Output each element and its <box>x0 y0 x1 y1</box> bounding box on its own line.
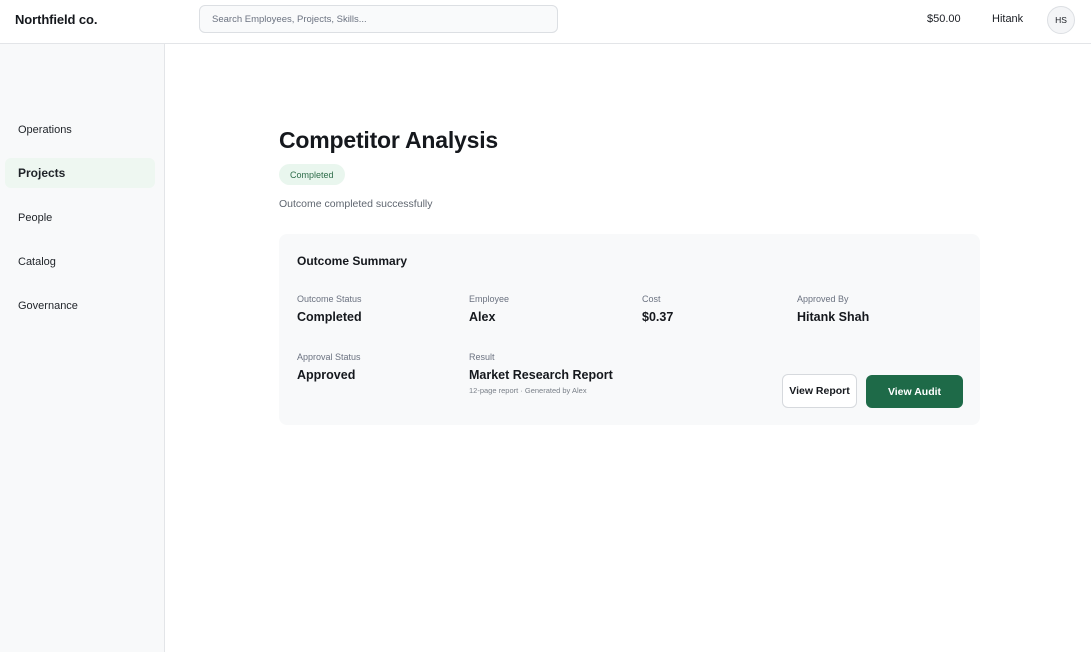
approval-status-value: Approved <box>297 368 356 382</box>
outcome-status-value: Completed <box>297 310 362 324</box>
outcome-status-label: Outcome Status <box>297 294 362 304</box>
sidebar-item-governance[interactable]: Governance <box>5 291 155 321</box>
approved-by-value: Hitank Shah <box>797 310 870 324</box>
result-label: Result <box>469 352 495 362</box>
sidebar-item-people[interactable]: People <box>5 203 155 233</box>
sidebar: Operations Projects People Catalog Gover… <box>0 44 165 652</box>
card-title: Outcome Summary <box>297 254 408 268</box>
account-balance: $50.00 <box>927 13 961 25</box>
avatar[interactable]: HS <box>1047 6 1075 34</box>
approval-status-label: Approval Status <box>297 352 361 362</box>
top-bar: Northfield co. $50.00 Hitank HS <box>0 0 1091 44</box>
result-detail: 12-page report · Generated by Alex <box>469 386 587 395</box>
result-value: Market Research Report <box>469 368 613 382</box>
employee-label: Employee <box>469 294 510 304</box>
approved-by-label: Approved By <box>797 294 849 304</box>
sidebar-item-projects[interactable]: Projects <box>5 158 155 188</box>
cost-label: Cost <box>642 294 661 304</box>
cost-value: $0.37 <box>642 310 674 324</box>
sidebar-item-operations[interactable]: Operations <box>5 115 155 145</box>
page-subtitle: Outcome completed successfully <box>279 198 433 210</box>
page-title: Competitor Analysis <box>279 127 499 153</box>
status-badge: Completed <box>279 164 345 185</box>
search-input[interactable] <box>199 5 558 33</box>
outcome-summary-card: Outcome Summary Outcome Status Completed… <box>279 234 980 425</box>
view-audit-button[interactable]: View Audit <box>866 375 963 408</box>
view-report-button[interactable]: View Report <box>782 374 857 408</box>
brand-logo[interactable]: Northfield co. <box>15 12 97 27</box>
employee-value: Alex <box>469 310 496 324</box>
sidebar-item-catalog[interactable]: Catalog <box>5 247 155 277</box>
main-content: Competitor Analysis Completed Outcome co… <box>165 44 1091 652</box>
user-name[interactable]: Hitank <box>992 13 1023 25</box>
